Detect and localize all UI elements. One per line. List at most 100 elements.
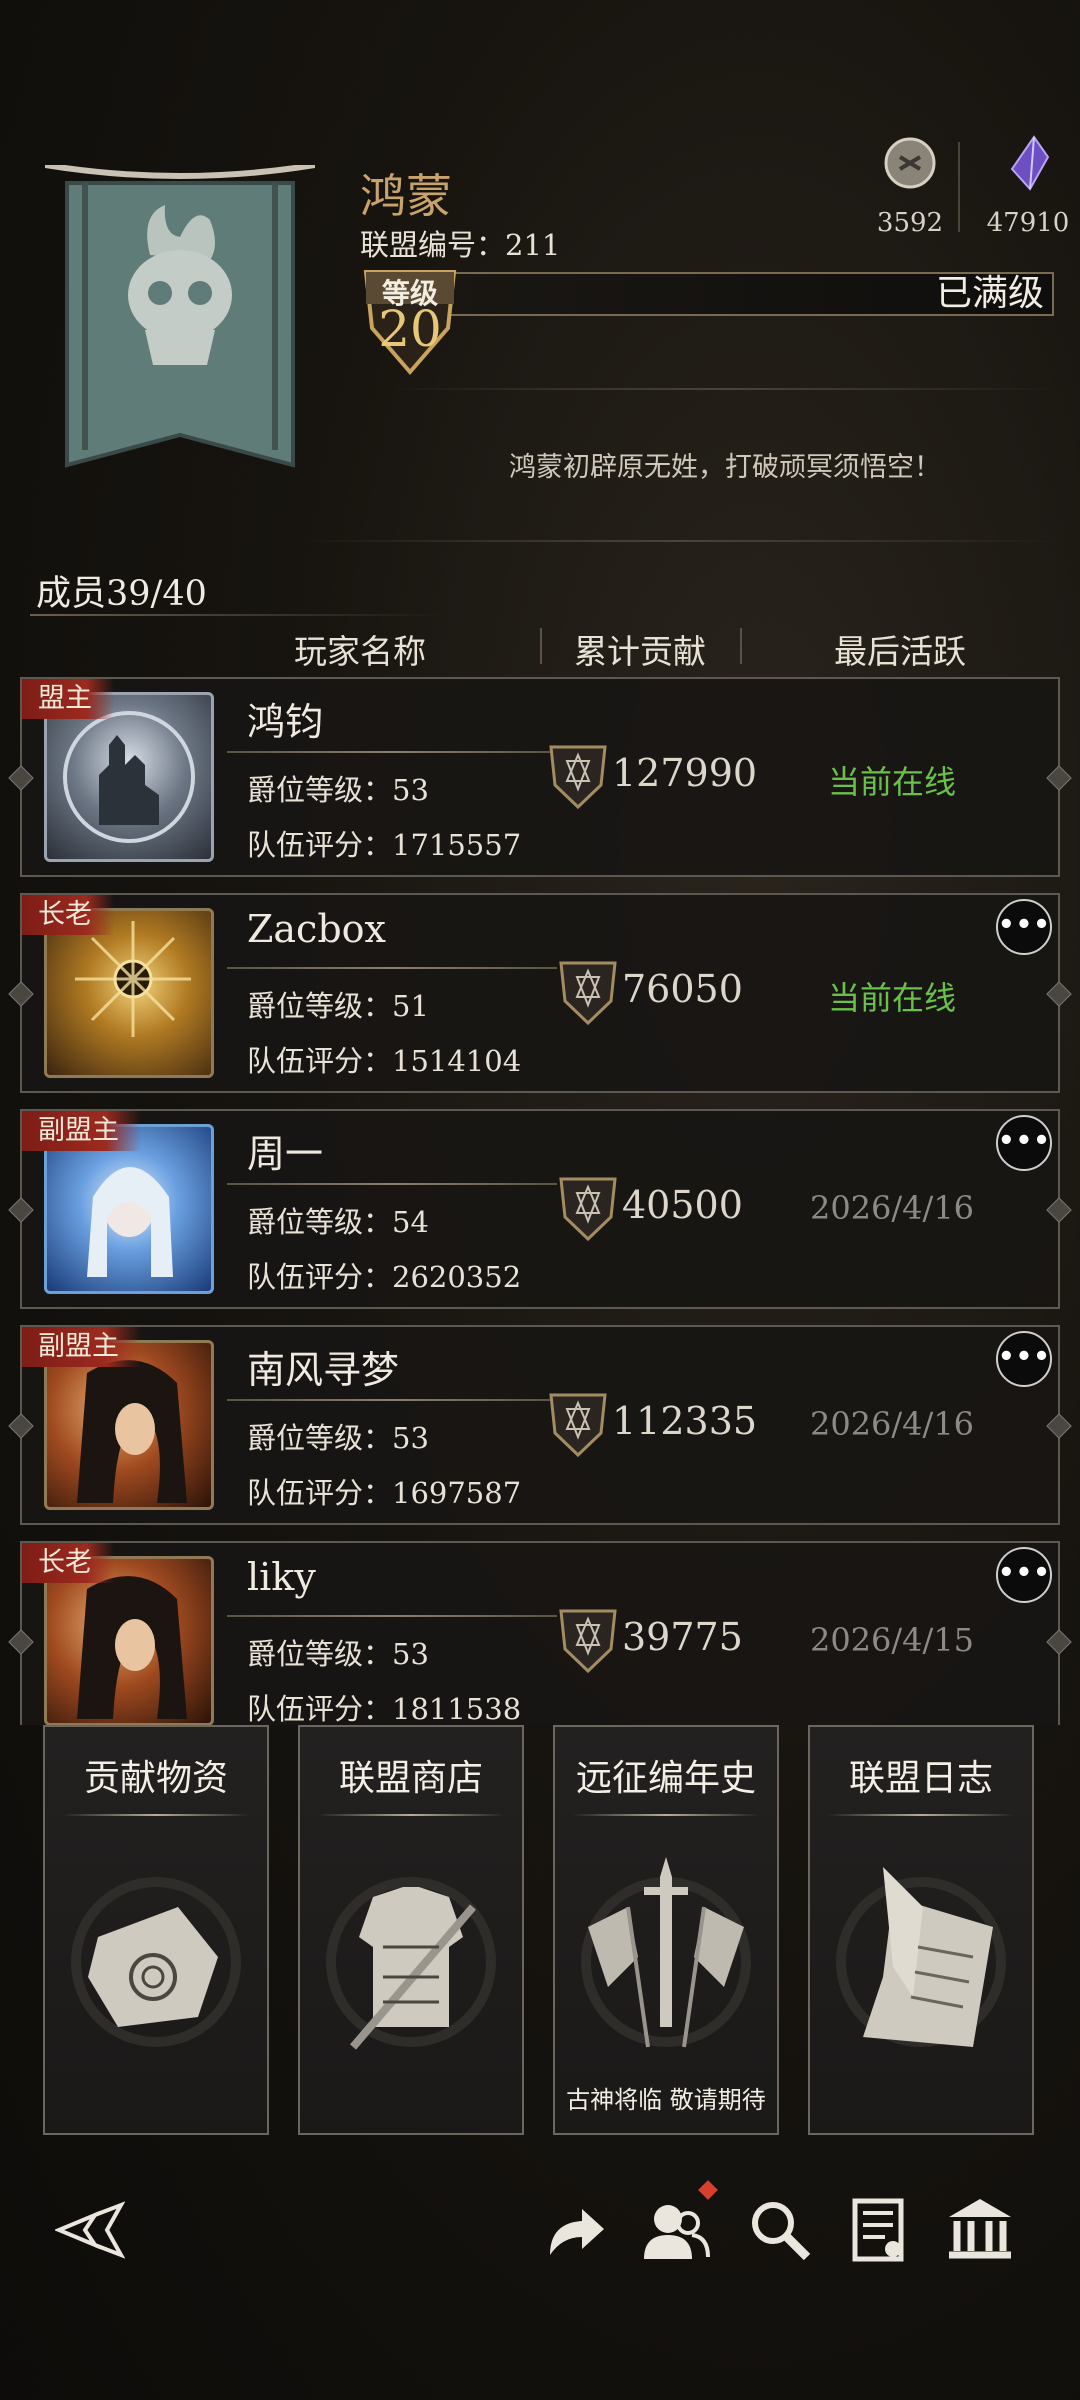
contribution-medal-icon bbox=[549, 745, 607, 810]
hall-icon[interactable] bbox=[945, 2195, 1015, 2265]
member-row[interactable]: 盟主 鸿钧 爵位等级：53 队伍评分：1715557 127990 当前在线 bbox=[8, 677, 1072, 877]
divider bbox=[227, 1399, 557, 1401]
guild-id: 联盟编号：211 bbox=[360, 228, 561, 262]
guild-name: 鸿蒙 bbox=[360, 169, 452, 223]
more-options-button[interactable]: ••• bbox=[996, 1115, 1052, 1171]
ornament bbox=[1046, 1629, 1072, 1655]
column-last-active: 最后活跃 bbox=[834, 632, 966, 671]
last-active: 当前在线 bbox=[827, 763, 956, 801]
divider bbox=[318, 1814, 504, 1816]
card-subtitle: 古神将临 敬请期待 bbox=[566, 2086, 766, 2114]
alliance-shop-card[interactable]: 联盟商店 bbox=[298, 1725, 524, 2135]
search-icon[interactable] bbox=[745, 2195, 815, 2265]
player-name: 南风寻梦 bbox=[247, 1348, 400, 1392]
member-row[interactable]: 长老 liky 爵位等级：53 队伍评分：1811538 39775 2026/… bbox=[8, 1541, 1072, 1726]
expedition-chronicle-card[interactable]: 远征编年史 古神将临 敬请期待 bbox=[553, 1725, 779, 2135]
ornament bbox=[1046, 765, 1072, 791]
team-score: 队伍评分：1697587 bbox=[247, 1476, 522, 1510]
contribution-value: 76050 bbox=[622, 967, 743, 1011]
alliance-log-card[interactable]: 联盟日志 bbox=[808, 1725, 1034, 2135]
card-title: 联盟商店 bbox=[338, 1758, 483, 1799]
card-title: 远征编年史 bbox=[575, 1758, 756, 1799]
ornament bbox=[1046, 1413, 1072, 1439]
crystal-icon bbox=[1010, 135, 1050, 191]
level-bar: 已满级 bbox=[440, 272, 1054, 316]
divider bbox=[63, 1814, 249, 1816]
member-row[interactable]: 副盟主 周一 爵位等级：54 队伍评分：2620352 40500 2026/4… bbox=[8, 1109, 1072, 1309]
title-level: 爵位等级：53 bbox=[247, 1637, 429, 1671]
coin-amount: 3592 bbox=[876, 208, 944, 238]
column-player-name: 玩家名称 bbox=[294, 632, 426, 671]
team-score: 队伍评分：1715557 bbox=[247, 828, 522, 862]
player-name: 周一 bbox=[247, 1132, 324, 1176]
portrait-icon bbox=[77, 1360, 187, 1503]
player-name: 鸿钧 bbox=[247, 700, 324, 744]
last-active: 当前在线 bbox=[827, 979, 956, 1017]
document-icon[interactable] bbox=[845, 2195, 915, 2265]
scroll-icon bbox=[71, 1877, 241, 2047]
currency-crystal[interactable]: 47910 bbox=[973, 135, 1080, 238]
member-count: 成员39/40 bbox=[36, 574, 207, 614]
card-title: 联盟日志 bbox=[848, 1758, 993, 1799]
member-row[interactable]: 副盟主 南风寻梦 爵位等级：53 队伍评分：1697587 112335 202… bbox=[8, 1325, 1072, 1525]
portrait-icon bbox=[87, 1167, 173, 1277]
team-score: 队伍评分：2620352 bbox=[247, 1260, 522, 1294]
player-name: Zacbox bbox=[247, 907, 386, 951]
divider bbox=[828, 1814, 1014, 1816]
level-status: 已满级 bbox=[935, 273, 1044, 314]
divider bbox=[300, 540, 1060, 542]
guild-banner bbox=[45, 165, 315, 468]
contribution-medal-icon bbox=[549, 1393, 607, 1458]
more-options-button[interactable]: ••• bbox=[996, 1331, 1052, 1387]
more-options-button[interactable]: ••• bbox=[996, 1547, 1052, 1603]
last-active: 2026/4/16 bbox=[809, 1405, 975, 1443]
rank-badge: 副盟主 bbox=[22, 1111, 141, 1151]
divider bbox=[227, 967, 557, 969]
contribution-value: 127990 bbox=[612, 751, 758, 795]
more-options-button[interactable]: ••• bbox=[996, 899, 1052, 955]
castle-icon bbox=[63, 711, 195, 843]
divider bbox=[30, 614, 440, 616]
title-level: 爵位等级：51 bbox=[247, 989, 429, 1023]
rank-badge: 长老 bbox=[22, 895, 114, 935]
rank-badge: 长老 bbox=[22, 1543, 114, 1583]
donate-supplies-card[interactable]: 贡献物资 bbox=[43, 1725, 269, 2135]
sun-icon bbox=[75, 921, 191, 1037]
last-active: 2026/4/15 bbox=[809, 1621, 975, 1659]
ornament bbox=[8, 1197, 34, 1223]
divider bbox=[227, 751, 557, 753]
divider bbox=[227, 1183, 557, 1185]
level-value: 20 bbox=[378, 300, 442, 358]
ornament bbox=[1046, 1197, 1072, 1223]
card-title: 贡献物资 bbox=[83, 1758, 228, 1799]
team-score: 队伍评分：1811538 bbox=[247, 1692, 522, 1726]
contribution-medal-icon bbox=[559, 961, 617, 1026]
quill-paper-icon bbox=[836, 1867, 1006, 2047]
title-level: 爵位等级：53 bbox=[247, 773, 429, 807]
armor-icon bbox=[326, 1877, 496, 2050]
ornament bbox=[8, 1629, 34, 1655]
team-score: 队伍评分：1514104 bbox=[247, 1044, 522, 1078]
contribution-value: 40500 bbox=[622, 1183, 743, 1227]
ornament bbox=[8, 765, 34, 791]
column-divider bbox=[740, 628, 742, 664]
rank-badge: 盟主 bbox=[22, 679, 114, 719]
back-icon[interactable] bbox=[55, 2195, 125, 2265]
guild-motto: 鸿蒙初辟原无姓，打破顽冥须悟空！ bbox=[509, 452, 941, 483]
title-level: 爵位等级：53 bbox=[247, 1421, 429, 1455]
share-icon[interactable] bbox=[540, 2195, 610, 2265]
crystal-amount: 47910 bbox=[986, 208, 1070, 238]
last-active: 2026/4/16 bbox=[809, 1189, 975, 1227]
divider bbox=[227, 1615, 557, 1617]
divider bbox=[573, 1814, 759, 1816]
member-row[interactable]: 长老 Zacbox 爵位等级：51 队伍评分：1514104 76050 当前在… bbox=[8, 893, 1072, 1093]
ornament bbox=[8, 981, 34, 1007]
ornament bbox=[1046, 981, 1072, 1007]
player-name: liky bbox=[247, 1555, 316, 1599]
title-level: 爵位等级：54 bbox=[247, 1205, 429, 1239]
sword-flags-icon bbox=[581, 1857, 751, 2048]
contribution-medal-icon bbox=[559, 1609, 617, 1674]
members-icon[interactable] bbox=[640, 2195, 710, 2265]
contribution-medal-icon bbox=[559, 1177, 617, 1242]
currency-coin[interactable]: 3592 bbox=[855, 135, 965, 238]
